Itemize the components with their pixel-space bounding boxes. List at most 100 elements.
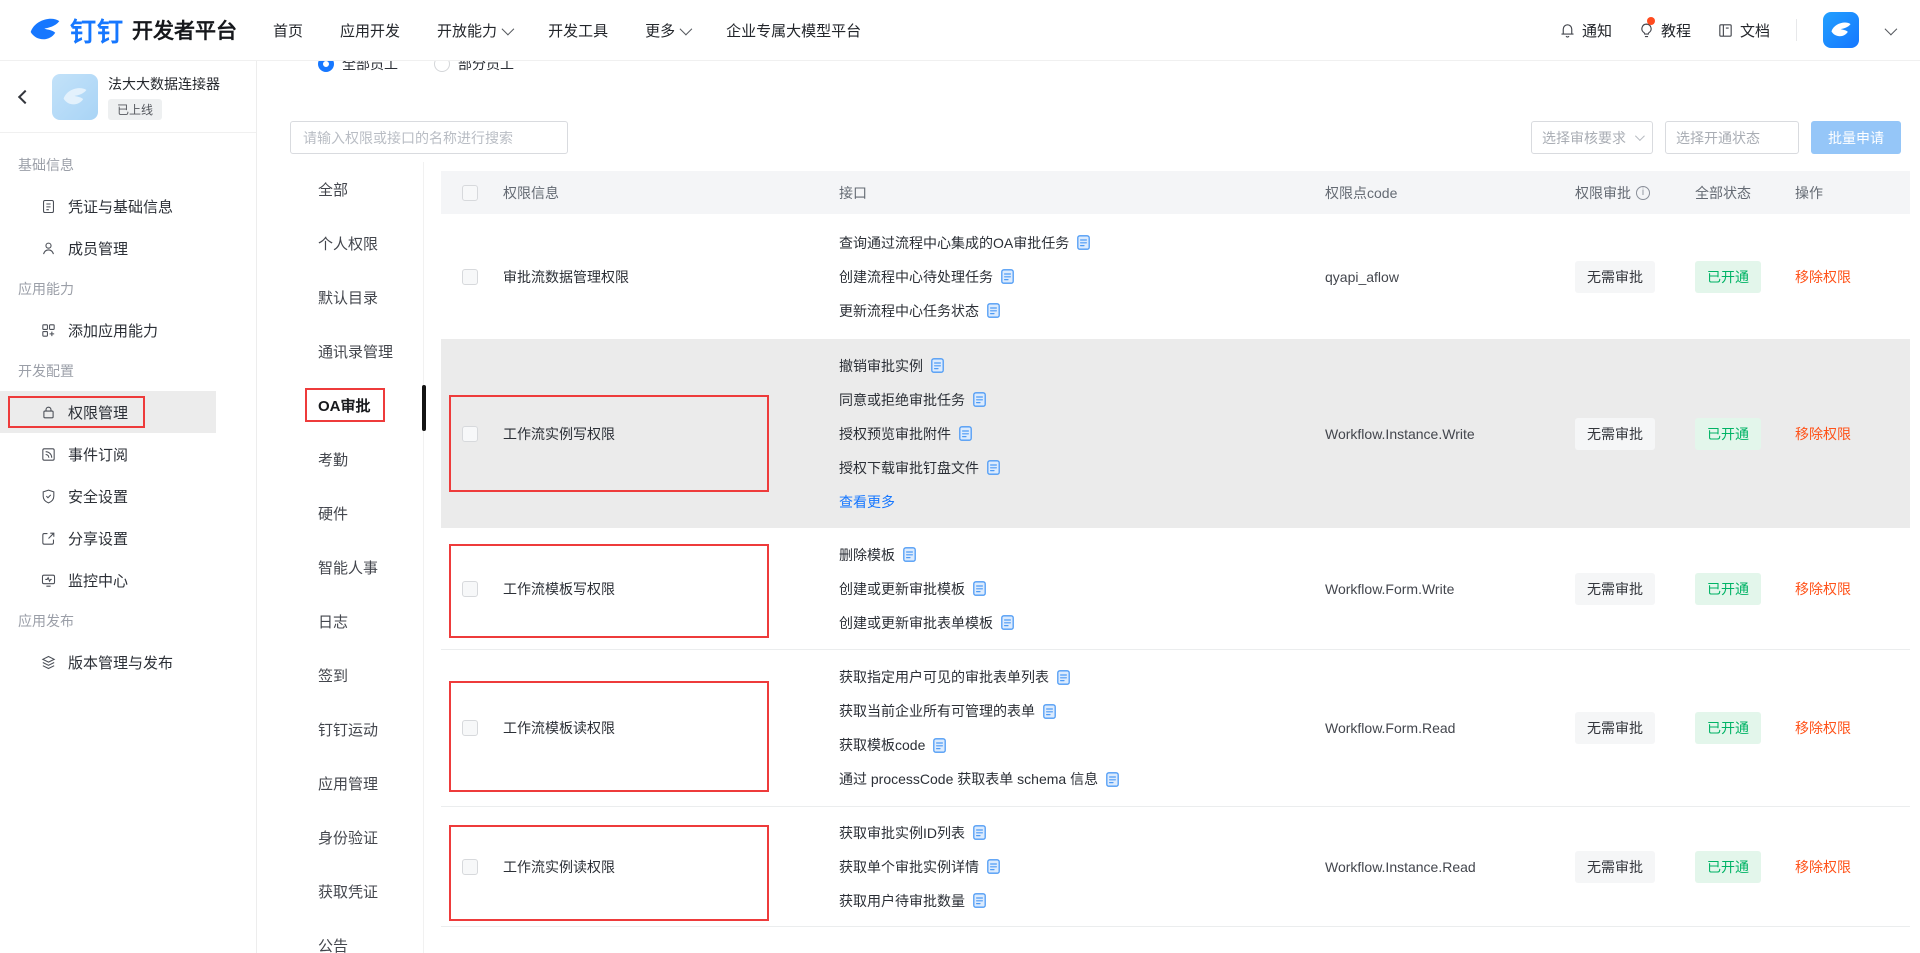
category-item-3[interactable]: 通讯录管理 xyxy=(282,324,423,378)
api-link[interactable]: 获取当前企业所有可管理的表单 xyxy=(839,701,1035,721)
api-doc-icon[interactable] xyxy=(933,737,947,753)
row-checkbox[interactable] xyxy=(462,425,478,442)
api-link[interactable]: 获取用户待审批数量 xyxy=(839,891,965,911)
api-doc-icon[interactable] xyxy=(973,825,986,840)
category-item-active[interactable]: OA审批 xyxy=(282,378,423,432)
api-link[interactable]: 通过 processCode 获取表单 schema 信息 xyxy=(839,769,1098,789)
nav-item-more[interactable]: 更多 xyxy=(645,20,693,41)
sidebar-item-monitoring[interactable]: 监控中心 xyxy=(0,559,216,601)
monitor-icon xyxy=(41,574,56,587)
api-doc-icon[interactable] xyxy=(973,392,986,407)
group-label-release: 应用发布 xyxy=(18,613,74,629)
category-item-13[interactable]: 获取凭证 xyxy=(282,864,423,918)
api-list: 查询通过流程中心集成的OA审批任务 创建流程中心待处理任务 更新流程中心任务状态 xyxy=(839,214,1325,339)
row-checkbox[interactable] xyxy=(462,858,478,875)
api-link[interactable]: 获取审批实例ID列表 xyxy=(839,823,965,843)
tutorial-link[interactable]: 教程 xyxy=(1638,16,1691,41)
radio-all-employees[interactable]: 全部员工 xyxy=(318,61,398,74)
remove-permission-link[interactable]: 移除权限 xyxy=(1795,718,1851,738)
api-doc-icon[interactable] xyxy=(973,581,986,596)
category-item-12[interactable]: 身份验证 xyxy=(282,810,423,864)
sidebar-item-credentials[interactable]: 凭证与基础信息 xyxy=(0,185,216,227)
docs-link[interactable]: 文档 xyxy=(1717,20,1770,41)
api-doc-icon[interactable] xyxy=(959,426,972,441)
sidebar-item-security[interactable]: 安全设置 xyxy=(0,475,216,517)
api-link[interactable]: 获取单个审批实例详情 xyxy=(839,857,979,877)
api-link[interactable]: 更新流程中心任务状态 xyxy=(839,301,979,321)
api-doc-icon[interactable] xyxy=(1106,771,1119,787)
nav-item-dev-tools[interactable]: 开发工具 xyxy=(548,20,608,41)
back-button[interactable] xyxy=(14,86,36,108)
nav-item-llm-platform[interactable]: 企业专属大模型平台 xyxy=(726,20,861,41)
category-item-6[interactable]: 硬件 xyxy=(282,486,423,540)
api-doc-icon[interactable] xyxy=(1077,235,1091,250)
sidebar-item-members[interactable]: 成员管理 xyxy=(0,227,216,269)
remove-permission-link[interactable]: 移除权限 xyxy=(1795,857,1851,877)
notifications-link[interactable]: 通知 xyxy=(1559,20,1612,41)
table-header: 权限信息 接口 权限点code 权限审批 i 全部状态 操作 xyxy=(441,171,1910,214)
info-icon[interactable]: i xyxy=(1636,185,1650,200)
review-requirement-select[interactable]: 选择审核要求 xyxy=(1531,121,1653,154)
api-doc-icon[interactable] xyxy=(1043,703,1056,719)
api-link[interactable]: 创建流程中心待处理任务 xyxy=(839,267,993,287)
nav-item-home[interactable]: 首页 xyxy=(273,20,303,41)
category-item-2[interactable]: 默认目录 xyxy=(282,270,423,324)
sidebar-item-share-settings[interactable]: 分享设置 xyxy=(0,517,216,559)
api-link[interactable]: 同意或拒绝审批任务 xyxy=(839,390,965,410)
category-item-11[interactable]: 应用管理 xyxy=(282,756,423,810)
api-doc-icon[interactable] xyxy=(987,460,1000,475)
sidebar-item-version-release[interactable]: 版本管理与发布 xyxy=(0,641,216,683)
api-link[interactable]: 创建或更新审批模板 xyxy=(839,579,965,599)
api-line: 获取审批实例ID列表 xyxy=(839,816,986,850)
api-doc-icon[interactable] xyxy=(973,893,986,908)
category-item-10[interactable]: 钉钉运动 xyxy=(282,702,423,756)
api-doc-icon[interactable] xyxy=(1001,269,1014,284)
account-chevron-down-icon[interactable] xyxy=(1884,22,1898,35)
view-more-link[interactable]: 查看更多 xyxy=(839,485,895,519)
sidebar-item-permissions[interactable]: 权限管理 xyxy=(0,391,216,433)
api-doc-icon[interactable] xyxy=(931,358,944,373)
row-checkbox[interactable] xyxy=(462,720,478,736)
api-link[interactable]: 创建或更新审批表单模板 xyxy=(839,613,993,633)
remove-permission-link[interactable]: 移除权限 xyxy=(1795,267,1851,287)
row-checkbox[interactable] xyxy=(462,580,478,597)
api-doc-icon[interactable] xyxy=(987,859,1000,874)
left-sidebar: 法大大数据连接器 已上线 基础信息 凭证与基础信息 成员管理 应用能力 添加应用… xyxy=(0,61,257,953)
api-link[interactable]: 查询通过流程中心集成的OA审批任务 xyxy=(839,233,1069,253)
category-item-9[interactable]: 签到 xyxy=(282,648,423,702)
category-item-5[interactable]: 考勤 xyxy=(282,432,423,486)
dingtalk-logo[interactable]: 钉钉 开发者平台 xyxy=(28,12,237,49)
batch-apply-button[interactable]: 批量申请 xyxy=(1811,121,1901,154)
chevron-left-icon xyxy=(17,89,33,104)
api-doc-icon[interactable] xyxy=(903,547,916,562)
category-item-0[interactable]: 全部 xyxy=(282,162,423,216)
api-doc-icon[interactable] xyxy=(987,303,1000,318)
account-avatar[interactable] xyxy=(1823,12,1859,48)
lock-icon xyxy=(43,406,54,418)
api-doc-icon[interactable] xyxy=(1057,669,1070,685)
api-link[interactable]: 删除模板 xyxy=(839,545,895,565)
remove-permission-link[interactable]: 移除权限 xyxy=(1795,579,1851,599)
select-all-checkbox[interactable] xyxy=(462,184,478,201)
remove-permission-link[interactable]: 移除权限 xyxy=(1795,424,1851,444)
open-status-select[interactable]: 选择开通状态 xyxy=(1665,121,1799,154)
category-item-1[interactable]: 个人权限 xyxy=(282,216,423,270)
row-checkbox[interactable] xyxy=(462,268,478,285)
api-link[interactable]: 获取指定用户可见的审批表单列表 xyxy=(839,667,1049,687)
radio-partial-employees[interactable]: 部分员工 xyxy=(434,61,514,74)
nav-item-app-dev[interactable]: 应用开发 xyxy=(340,20,400,41)
api-link[interactable]: 撤销审批实例 xyxy=(839,356,923,376)
sidebar-item-event-subscription[interactable]: 事件订阅 xyxy=(0,433,216,475)
nav-item-open-capability[interactable]: 开放能力 xyxy=(437,20,515,41)
search-input[interactable] xyxy=(290,121,568,154)
status-badge: 已开通 xyxy=(1695,260,1761,293)
category-item-7[interactable]: 智能人事 xyxy=(282,540,423,594)
api-link[interactable]: 授权预览审批附件 xyxy=(839,424,951,444)
category-item-8[interactable]: 日志 xyxy=(282,594,423,648)
api-doc-icon[interactable] xyxy=(1001,615,1014,630)
api-link[interactable]: 获取模板code xyxy=(839,735,925,755)
sidebar-item-add-capability[interactable]: 添加应用能力 xyxy=(0,309,216,351)
api-link[interactable]: 授权下载审批钉盘文件 xyxy=(839,458,979,478)
category-item-14[interactable]: 公告 xyxy=(282,918,423,953)
api-line: 获取指定用户可见的审批表单列表 xyxy=(839,660,1070,694)
